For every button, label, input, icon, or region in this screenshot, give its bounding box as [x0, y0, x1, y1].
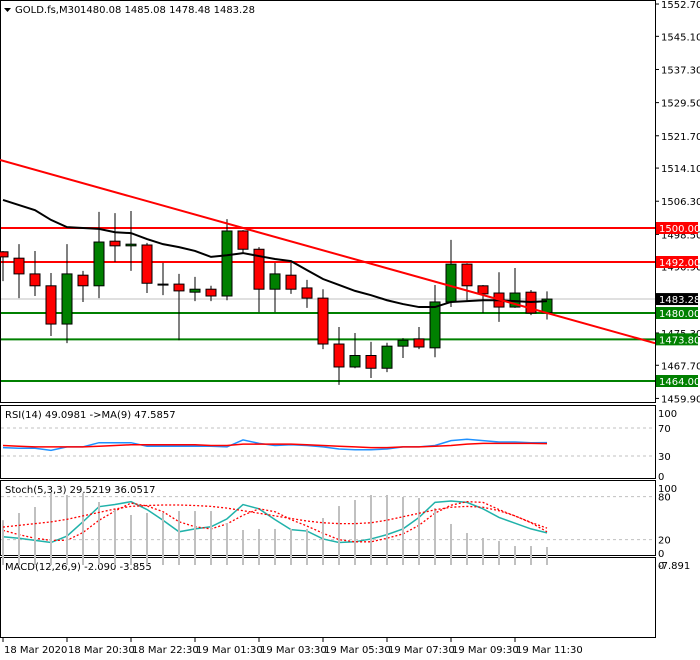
- candle-body: [141, 244, 153, 284]
- candle-body: [125, 243, 137, 247]
- candle-body: [0, 251, 9, 258]
- y-tick-label: 80: [658, 493, 671, 504]
- candle-body: [429, 301, 441, 349]
- candle: [221, 219, 233, 301]
- x-tick-label: 18 Mar 2020: [4, 645, 67, 656]
- candle-body: [205, 288, 217, 297]
- x-tick-label: 18 Mar 20:30: [68, 645, 135, 656]
- y-tick-label: -7.891: [658, 561, 690, 572]
- candle-body: [285, 274, 297, 290]
- candle-body: [221, 230, 233, 297]
- price-tag-label: 1464.00: [659, 377, 700, 388]
- candle-body: [477, 285, 489, 295]
- y-tick-label: 1514.10: [661, 164, 700, 175]
- ohlc-label: 1480.08 1485.08 1478.48 1483.28: [80, 5, 255, 16]
- price-tag-label: 1483.28: [659, 295, 700, 306]
- price-panel[interactable]: 1552.70 1545.10 1537.30 1529.50 1521.70 1514.…: [0, 0, 700, 405]
- indicator-title: RSI(14) 49.0981 ->MA(9) 47.5857: [5, 410, 176, 421]
- candle: [317, 289, 329, 350]
- time-axis: 18 Mar 2020 18 Mar 20:3018 Mar 22:3019 Ma…: [2, 637, 583, 656]
- candle-body: [13, 257, 25, 275]
- candle-body: [77, 274, 89, 287]
- y-tick-label: 1467.70: [661, 361, 700, 372]
- y-tick-label: 0: [658, 549, 664, 560]
- candle: [237, 230, 249, 254]
- candle-body: [93, 241, 105, 287]
- candle-body: [269, 273, 281, 290]
- symbol-label: GOLD.fs,M30: [15, 5, 80, 16]
- price-tag-label: 1480.00: [659, 309, 700, 320]
- trading-chart[interactable]: 1552.70 1545.10 1537.30 1529.50 1521.70 1514.…: [0, 0, 700, 660]
- y-tick-label: 1545.10: [661, 32, 700, 43]
- price-tag-label: 1500.00: [659, 224, 700, 235]
- candle-body: [365, 355, 377, 369]
- x-tick-label: 19 Mar 03:30: [260, 645, 327, 656]
- price-tag-label: 1492.00: [659, 258, 700, 269]
- candle-body: [61, 273, 73, 325]
- x-tick-label: 19 Mar 11:30: [516, 645, 583, 656]
- y-tick-label: 1537.30: [661, 65, 700, 76]
- candle: [381, 342, 393, 373]
- candle-body: [173, 283, 185, 292]
- y-tick-label: 70: [658, 424, 671, 435]
- candle-body: [189, 288, 201, 293]
- y-tick-label: 30: [658, 452, 671, 463]
- x-tick-label: 18 Mar 22:30: [132, 645, 199, 656]
- y-tick-label: 1459.90: [661, 394, 700, 405]
- candle-body: [461, 263, 473, 287]
- candle-body: [349, 355, 361, 368]
- candle-body: [413, 338, 425, 348]
- candle-body: [109, 240, 121, 247]
- x-tick-label: 19 Mar 01:30: [196, 645, 263, 656]
- candle-body: [45, 285, 57, 325]
- y-tick-label: 1506.30: [661, 197, 700, 208]
- candle-body: [157, 283, 169, 286]
- y-tick-label: 1521.70: [661, 132, 700, 143]
- candle-body: [397, 339, 409, 347]
- candle-body: [445, 263, 457, 303]
- x-tick-label: 19 Mar 05:30: [324, 645, 391, 656]
- candle-body: [29, 273, 41, 287]
- candle-body: [381, 345, 393, 369]
- x-tick-label: 19 Mar 09:30: [452, 645, 519, 656]
- price-tag-label: 1473.80: [659, 335, 700, 346]
- rsi-panel[interactable]: 100 70 30 0 RSI(14) 49.0981 ->MA(9) 47.5857: [0, 405, 678, 484]
- candle-body: [237, 230, 249, 250]
- candle-body: [333, 343, 345, 368]
- chart-header: GOLD.fs,M30 1480.08 1485.08 1478.48 1483…: [4, 5, 255, 16]
- y-tick-label: 1529.50: [661, 99, 700, 110]
- y-tick-label: 20: [658, 536, 671, 547]
- y-tick-label: 0: [658, 472, 664, 483]
- indicator-title: MACD(12,26,9) -2.090 -3.855: [5, 562, 152, 573]
- x-tick-label: 19 Mar 07:30: [388, 645, 455, 656]
- y-tick-label: 1552.70: [661, 0, 700, 11]
- y-tick-label: 100: [658, 409, 677, 420]
- candle-body: [301, 287, 313, 299]
- indicator-title: Stoch(5,3,3) 29.5219 36.0517: [5, 485, 156, 496]
- candle-body: [317, 297, 329, 345]
